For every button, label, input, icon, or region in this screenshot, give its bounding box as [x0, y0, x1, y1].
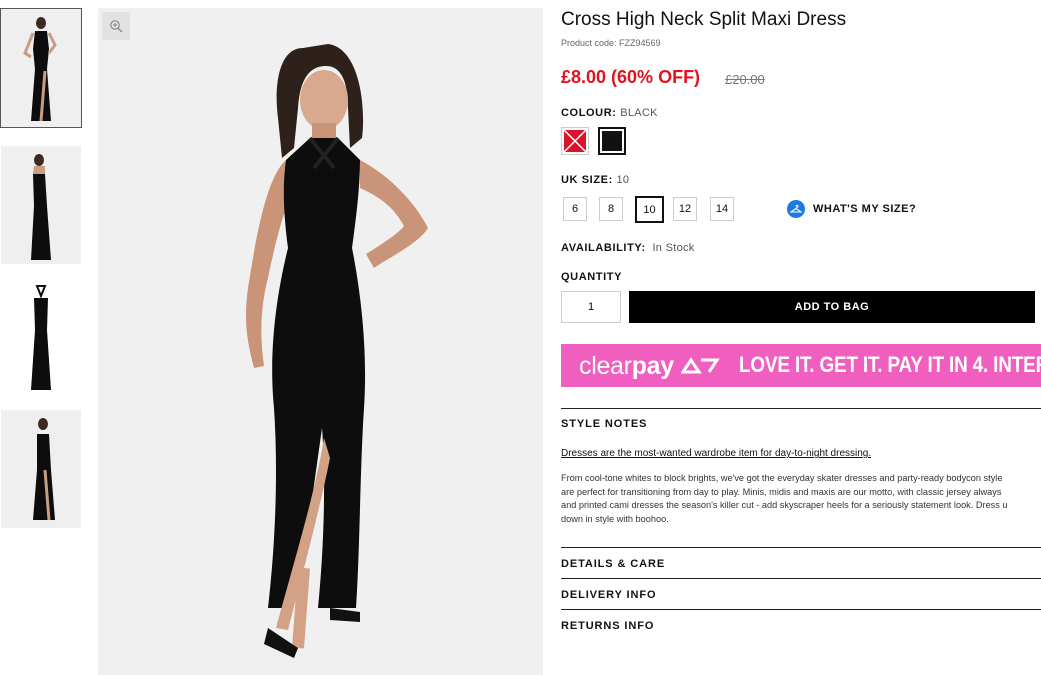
clearpay-logo-bold: pay — [631, 352, 674, 380]
divider — [561, 547, 1041, 548]
quantity-input[interactable] — [561, 291, 621, 323]
style-notes-heading[interactable]: STYLE NOTES — [561, 418, 647, 430]
availability-label-text: AVAILABILITY: — [561, 242, 646, 254]
accordion-returns-info[interactable]: RETURNS INFO — [561, 620, 654, 632]
thumbnail-back[interactable] — [1, 146, 81, 264]
thumbnail-walking[interactable] — [1, 410, 81, 528]
clearpay-logo-light: clear — [579, 352, 632, 380]
size-guide-label: WHAT'S MY SIZE? — [813, 203, 917, 215]
availability-value: In Stock — [652, 242, 695, 254]
sale-price: £8.00 (60% OFF) — [561, 67, 701, 87]
unavailable-cross-icon — [564, 130, 586, 152]
product-code: Product code: FZZ94569 — [561, 38, 661, 48]
accordion-delivery-info[interactable]: DELIVERY INFO — [561, 589, 656, 601]
clearpay-banner[interactable]: clearpay LOVE IT. GET IT. PAY IT IN 4. I… — [561, 344, 1041, 387]
hanger-icon — [787, 200, 805, 218]
divider — [561, 609, 1041, 610]
style-notes-line: down in style with boohoo. — [561, 513, 669, 524]
divider — [561, 578, 1041, 579]
clearpay-logo: clearpay — [579, 352, 721, 381]
colour-label-text: COLOUR: — [561, 107, 617, 119]
size-option-8[interactable]: 8 — [599, 197, 623, 221]
zoom-in-icon — [110, 20, 123, 33]
size-option-10[interactable]: 10 — [635, 196, 664, 223]
size-option-14[interactable]: 14 — [710, 197, 734, 221]
style-notes-line: and printed cami dresses the season's ki… — [561, 500, 1008, 510]
availability-label: AVAILABILITY: In Stock — [561, 242, 695, 254]
product-title: Cross High Neck Split Maxi Dress — [561, 9, 847, 30]
colour-value: BLACK — [620, 107, 658, 119]
product-details: Cross High Neck Split Maxi Dress Product… — [561, 0, 1041, 675]
accordion-details-care[interactable]: DETAILS & CARE — [561, 558, 665, 570]
style-notes-line: are perfect for transitioning from day t… — [561, 486, 1002, 497]
divider — [561, 408, 1041, 409]
clearpay-arrows-icon — [679, 357, 720, 374]
quantity-label: QUANTITY — [561, 271, 623, 283]
size-value: 10 — [616, 174, 630, 186]
size-option-6[interactable]: 6 — [563, 197, 587, 221]
style-notes-body: From cool-tone whites to block brights, … — [561, 472, 1041, 526]
style-notes-headline: Dresses are the most-wanted wardrobe ite… — [561, 448, 872, 459]
colour-swatch-red[interactable] — [561, 127, 589, 155]
size-label: UK SIZE: 10 — [561, 174, 629, 186]
add-to-bag-button[interactable]: ADD TO BAG — [629, 291, 1035, 323]
size-guide-link[interactable]: WHAT'S MY SIZE? — [787, 200, 916, 218]
thumbnail-flat[interactable] — [1, 278, 81, 396]
thumbnail-front[interactable] — [0, 8, 82, 128]
zoom-button[interactable] — [102, 12, 130, 40]
style-notes-line: From cool-tone whites to block brights, … — [561, 473, 1003, 483]
colour-label: COLOUR: BLACK — [561, 107, 658, 119]
main-product-image[interactable] — [98, 8, 543, 675]
size-label-text: UK SIZE: — [561, 174, 613, 186]
size-option-12[interactable]: 12 — [673, 197, 697, 221]
original-price: £20.00 — [725, 72, 765, 87]
colour-swatch-black[interactable] — [598, 127, 626, 155]
model-photo — [98, 8, 543, 675]
clearpay-tagline: LOVE IT. GET IT. PAY IT IN 4. INTEREST F… — [739, 352, 1041, 377]
